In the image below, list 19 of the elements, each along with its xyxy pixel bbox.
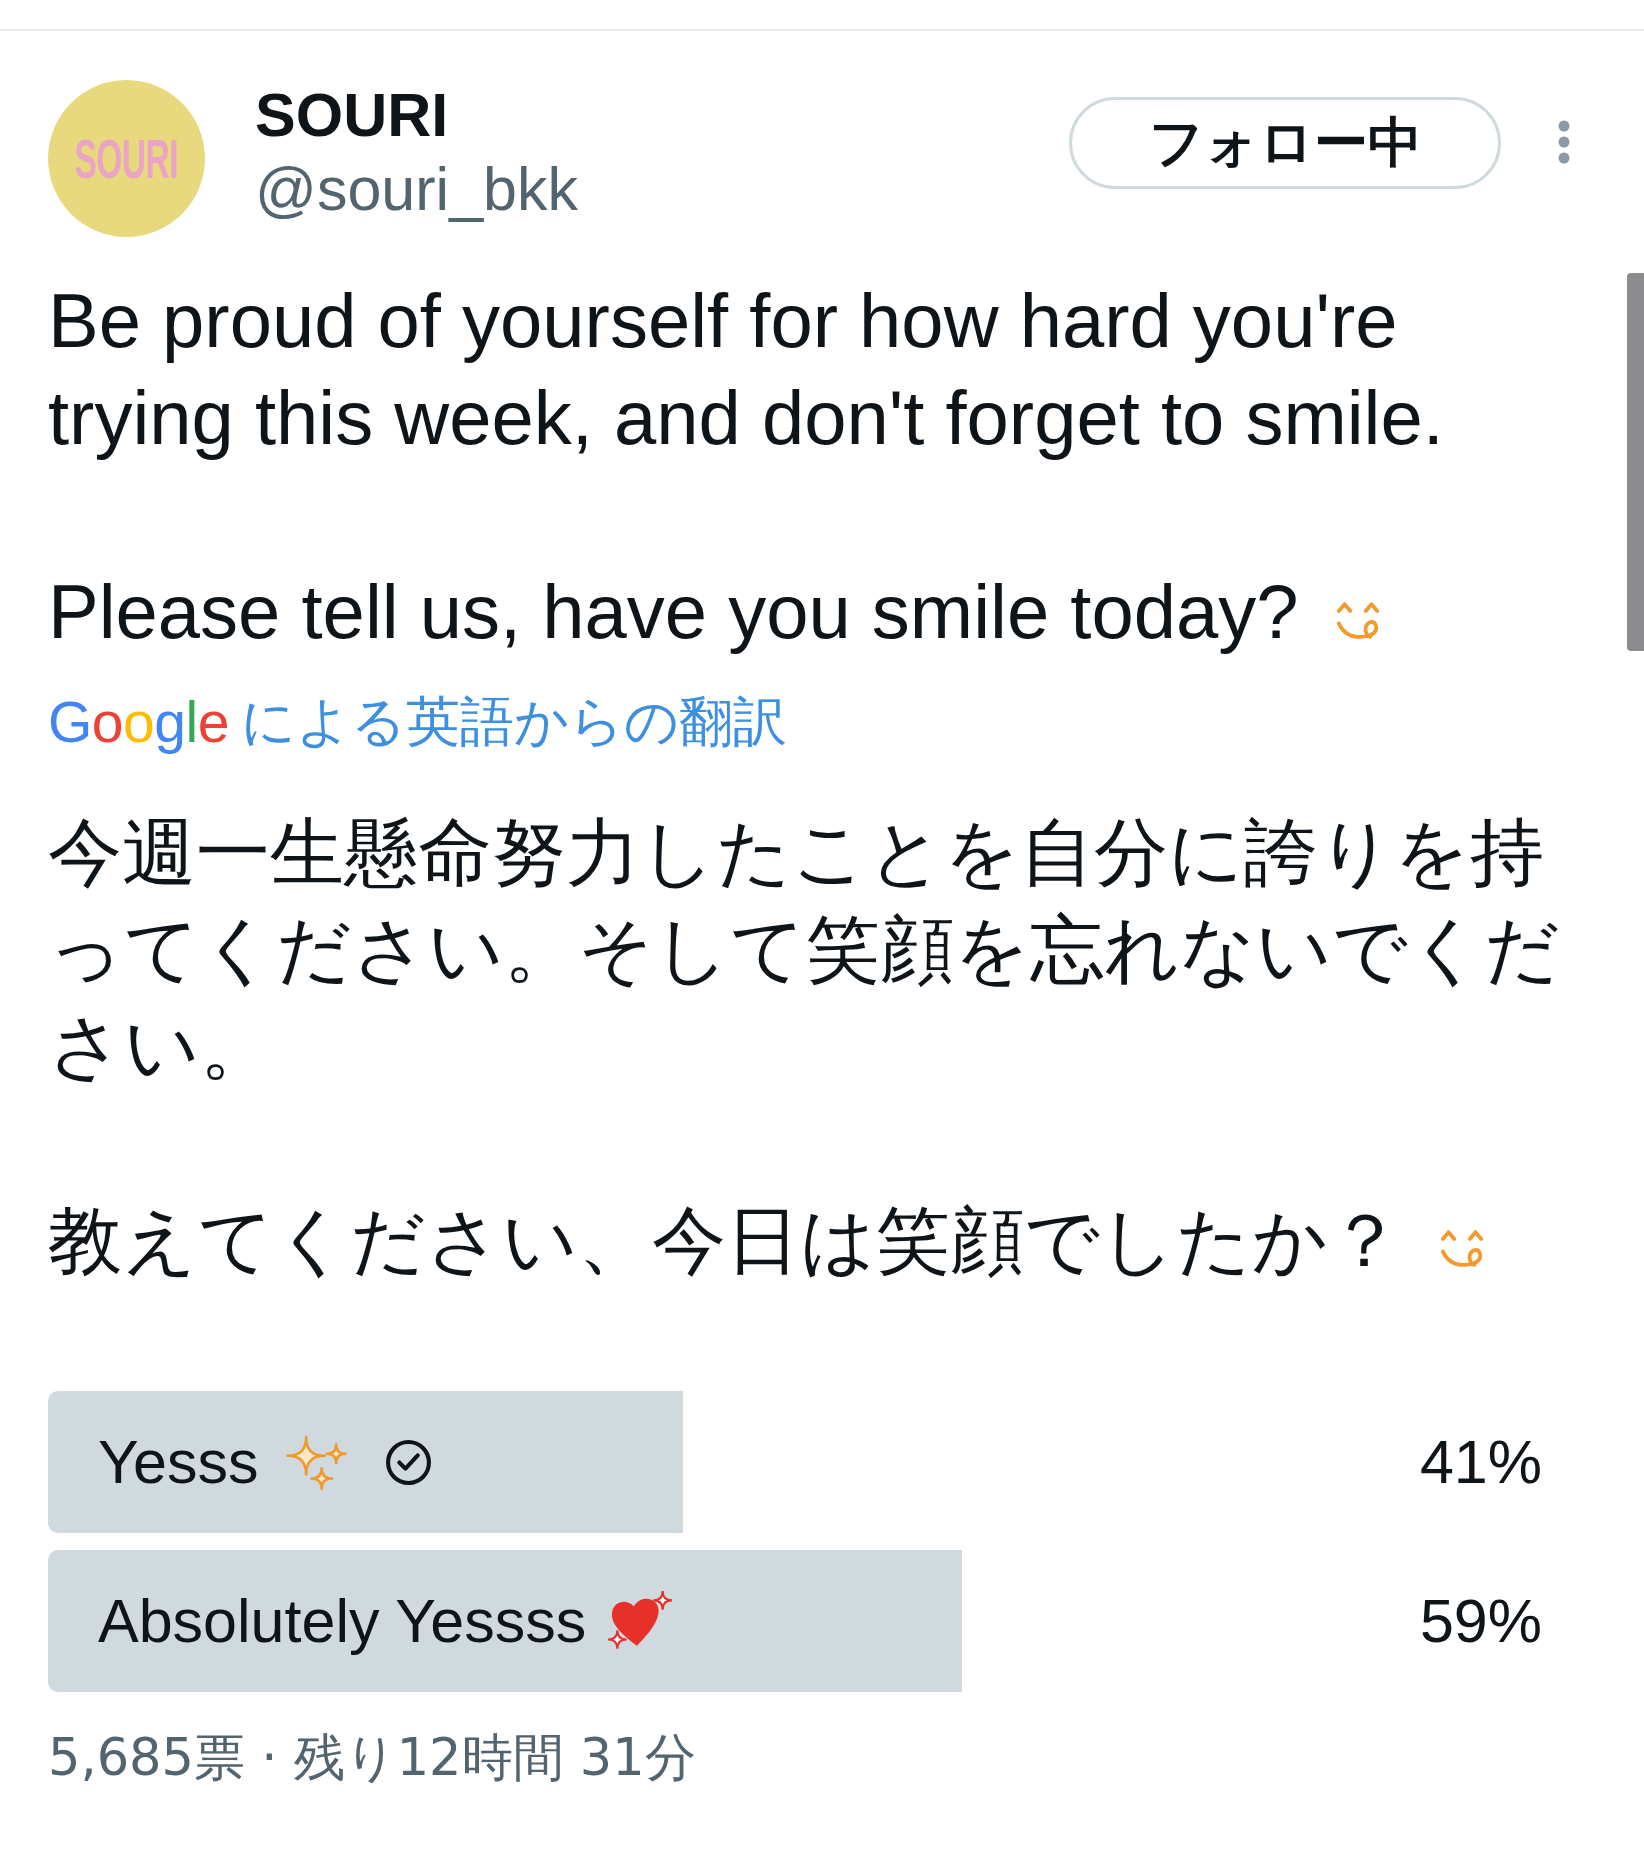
sparkling-heart-icon [606,1590,675,1652]
more-options-icon[interactable] [1557,119,1571,165]
sparkles-icon [284,1433,348,1491]
translated-text: 今週一生懸命努力したことを自分に誇りを持ってください。そして笑顔を忘れないでください。 [48,808,1561,1091]
poll-option-label: Yesss [98,1427,259,1498]
post-text: Please tell us, have you smile today? [48,563,1548,660]
poll-percentage: 59% [1419,1586,1542,1657]
translation-link[interactable]: による英語からの翻訳 [240,689,787,755]
translated-text: 教えてください、今日は笑顔でしたか？ [48,1192,1578,1289]
poll-percentage: 41% [1419,1427,1542,1498]
poll-option-label: Absolutely Yessss [98,1586,587,1657]
following-button[interactable]: フォロー中 [1069,97,1501,189]
scrollbar-thumb[interactable] [1627,273,1644,651]
poll-info: 5,685票 · 残り12時間 31分 [48,1727,696,1789]
user-handle[interactable]: @souri_bkk [255,154,578,224]
post-text: Be proud of yourself for how hard you're trying this week, and don't forget to smile. [48,277,1445,462]
avatar-text: SOURI [74,130,179,187]
google-logo: Google [48,690,229,754]
display-name[interactable]: SOURI [255,80,449,150]
